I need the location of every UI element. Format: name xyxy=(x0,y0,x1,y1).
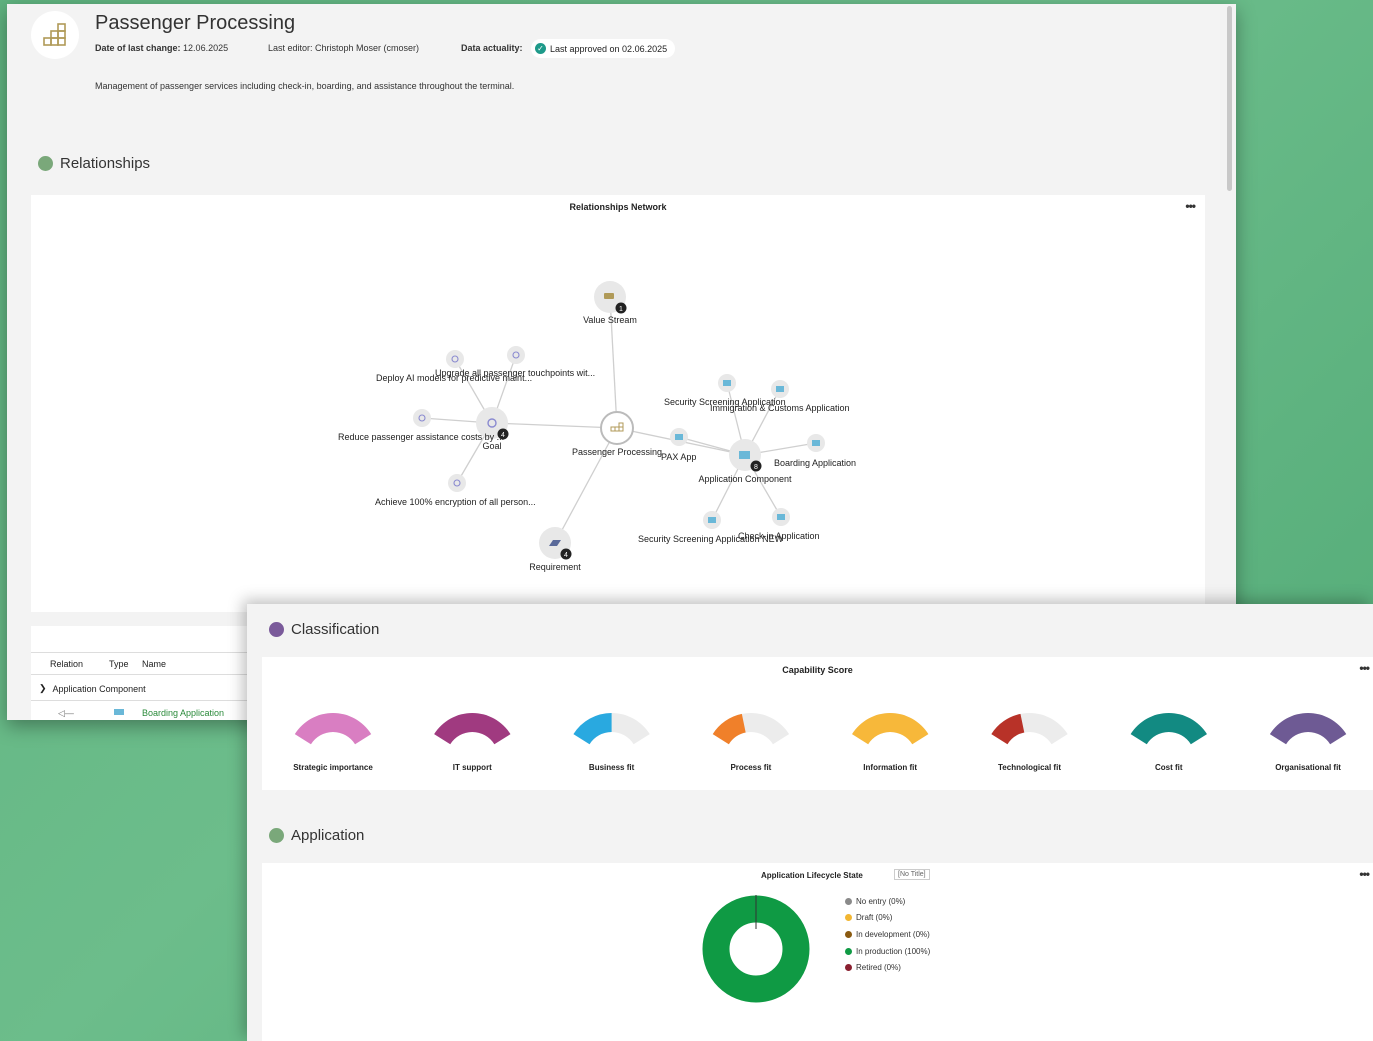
network-label-leaf: Check-in Application xyxy=(738,531,820,541)
capability-icon xyxy=(31,11,79,59)
lifecycle-title: Application Lifecycle State xyxy=(761,871,863,880)
last-editor: Last editor: Christoph Moser (cmoser) xyxy=(268,43,420,53)
network-label-leaf: Achieve 100% encryption of all person... xyxy=(375,497,536,507)
gauge-fill[interactable] xyxy=(573,713,612,745)
leaf-node[interactable] xyxy=(413,409,431,427)
gauge-fill[interactable] xyxy=(991,713,1025,745)
gauge-fill[interactable] xyxy=(294,713,372,745)
capability-score-panel: Capability Score ••• Strategic importanc… xyxy=(262,657,1373,790)
data-actuality-label: Data actuality: xyxy=(461,43,523,53)
relationships-network-panel: Relationships Network ••• Passenger Proc… xyxy=(31,195,1205,612)
svg-text:4: 4 xyxy=(564,552,568,559)
legend-draft[interactable]: Draft (0%) xyxy=(845,913,892,922)
page-title: Passenger Processing xyxy=(95,12,296,34)
divider xyxy=(31,700,271,701)
divider xyxy=(31,674,271,675)
gauge-fill[interactable] xyxy=(852,713,929,745)
lifecycle-panel: Application Lifecycle State [No Title] •… xyxy=(262,863,1373,1041)
legend-dot xyxy=(845,964,852,971)
relations-table xyxy=(31,626,271,720)
gauge-fill[interactable] xyxy=(1269,713,1347,745)
svg-text:1: 1 xyxy=(619,306,623,313)
relation-arrow-icon: ◁— xyxy=(58,708,74,718)
gauge-label: Information fit xyxy=(863,763,918,772)
legend-dot xyxy=(845,931,852,938)
network-node-application-component[interactable]: 8 xyxy=(729,439,762,472)
network-node-requirement[interactable]: 4 xyxy=(539,527,572,560)
table-row-name-link[interactable]: Boarding Application xyxy=(142,708,224,718)
legend-in-production[interactable]: In production (100%) xyxy=(845,947,930,956)
network-graph[interactable]: Passenger Processing 1 Value Stream 4 Go… xyxy=(31,195,1205,612)
legend-dot xyxy=(845,898,852,905)
legend-retired[interactable]: Retired (0%) xyxy=(845,963,901,972)
check-icon: ✓ xyxy=(535,43,546,54)
column-header-name[interactable]: Name xyxy=(142,659,166,669)
gauge-label: Strategic importance xyxy=(293,763,373,772)
network-label-application-component: Application Component xyxy=(698,474,792,484)
section-dot xyxy=(269,828,284,843)
no-title-tag: [No Title] xyxy=(894,869,930,880)
section-dot xyxy=(269,622,284,637)
network-label-leaf: Reduce passenger assistance costs by ... xyxy=(338,432,504,442)
network-label-leaf: Upgrade all passenger touchpoints wit... xyxy=(435,368,595,378)
classification-window: Classification Capability Score ••• Stra… xyxy=(247,604,1373,1041)
table-group-row[interactable]: ❯ Application Component xyxy=(39,683,146,694)
gauge-label: Cost fit xyxy=(1155,763,1183,772)
classification-section-title: Classification xyxy=(269,621,379,638)
chevron-down-icon[interactable]: ❯ xyxy=(39,683,47,694)
network-label-center: Passenger Processing xyxy=(572,447,662,457)
network-label-leaf: Boarding Application xyxy=(774,458,856,468)
svg-text:8: 8 xyxy=(754,464,758,471)
network-label-goal: Goal xyxy=(482,441,501,451)
vertical-scrollbar[interactable] xyxy=(1227,6,1232,191)
application-type-icon xyxy=(114,709,124,715)
gauge-fill[interactable] xyxy=(1130,713,1207,745)
column-header-type[interactable]: Type xyxy=(109,659,129,669)
gauge-label: Organisational fit xyxy=(1275,763,1341,772)
legend-dot xyxy=(845,914,852,921)
network-label-value-stream: Value Stream xyxy=(583,315,637,325)
gauge-label: IT support xyxy=(452,763,492,772)
leaf-node[interactable] xyxy=(448,474,466,492)
description: Management of passenger services includi… xyxy=(95,81,515,91)
relationships-section-title: Relationships xyxy=(38,155,150,172)
gauge-fill[interactable] xyxy=(434,713,511,745)
network-node-center[interactable] xyxy=(600,411,634,445)
approval-badge: ✓ Last approved on 02.06.2025 xyxy=(531,39,676,58)
divider xyxy=(31,652,271,653)
legend-in-development[interactable]: In development (0%) xyxy=(845,930,930,939)
network-label-leaf: Immigration & Customs Application xyxy=(710,403,850,413)
network-label-requirement: Requirement xyxy=(529,562,581,572)
gauge-label: Process fit xyxy=(730,763,772,772)
leaf-node[interactable] xyxy=(507,346,525,364)
column-header-relation[interactable]: Relation xyxy=(50,659,83,669)
network-node-value-stream[interactable]: 1 xyxy=(594,281,627,314)
network-label-leaf: PAX App xyxy=(661,452,696,462)
legend-no-entry[interactable]: No entry (0%) xyxy=(845,897,905,906)
leaf-node[interactable] xyxy=(446,350,464,368)
date-of-last-change: Date of last change: 12.06.2025 xyxy=(95,43,229,53)
gauge-label: Technological fit xyxy=(998,763,1061,772)
section-dot xyxy=(38,156,53,171)
more-options-button[interactable]: ••• xyxy=(1359,867,1370,881)
application-section-title: Application xyxy=(269,827,364,844)
gauge-label: Business fit xyxy=(588,763,635,772)
legend-dot xyxy=(845,948,852,955)
gauge-fill[interactable] xyxy=(712,713,746,745)
lifecycle-donut-chart[interactable] xyxy=(696,891,816,1011)
